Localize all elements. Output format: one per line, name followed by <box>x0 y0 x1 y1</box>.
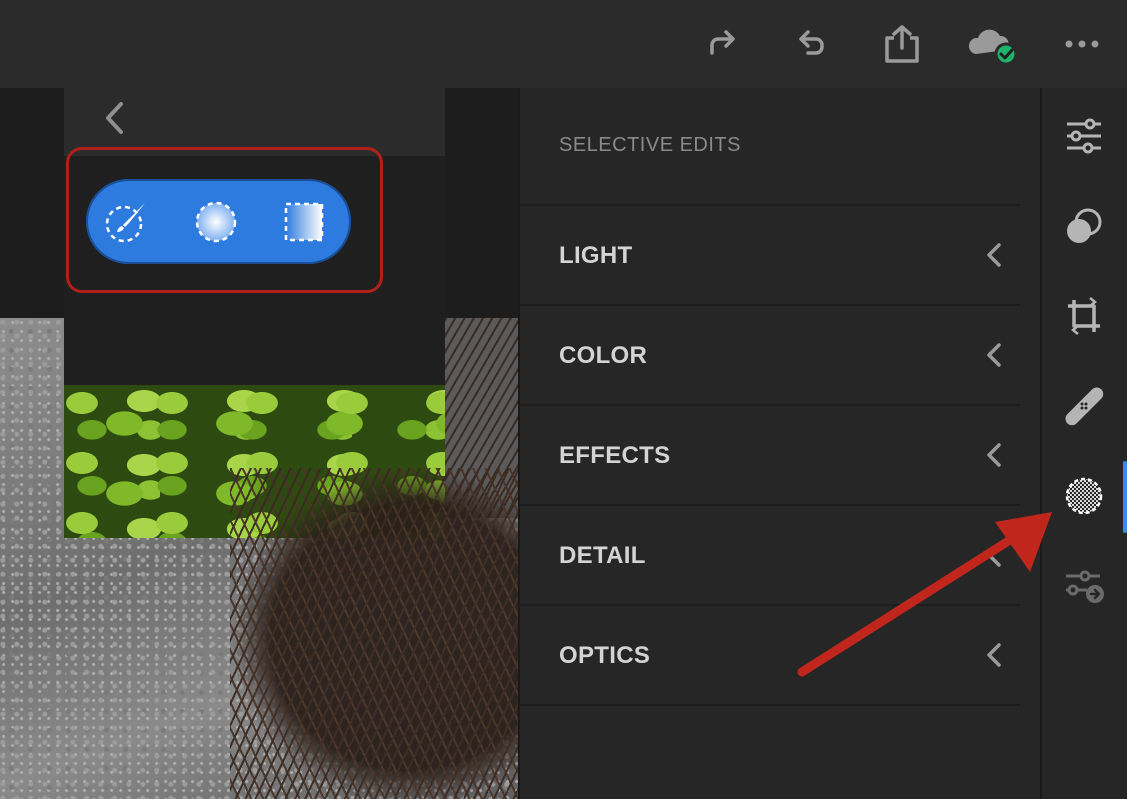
cloud-sync-status[interactable] <box>966 22 1020 66</box>
versions-tool-button[interactable] <box>1062 564 1106 608</box>
chevron-left-icon <box>987 343 1001 367</box>
healing-tool-button[interactable] <box>1062 384 1106 428</box>
crop-icon <box>1068 297 1100 335</box>
edit-tool-button[interactable] <box>1062 114 1106 158</box>
redo-button[interactable] <box>700 22 744 66</box>
more-horizontal-icon <box>1065 40 1099 48</box>
sliders-icon <box>1067 118 1101 154</box>
crop-tool-button[interactable] <box>1062 294 1106 338</box>
back-bar <box>64 88 445 156</box>
section-color[interactable]: COLOR <box>520 306 1020 406</box>
brush-mask-button[interactable] <box>104 199 150 245</box>
top-toolbar <box>0 0 1127 88</box>
chevron-left-icon <box>987 443 1001 467</box>
chevron-left-icon <box>106 102 123 134</box>
undo-icon <box>799 30 824 55</box>
chevron-left-icon <box>987 243 1001 267</box>
section-label: COLOR <box>559 342 648 369</box>
section-optics[interactable]: OPTICS <box>520 606 1020 706</box>
presets-icon <box>1067 208 1102 243</box>
cloud-check-icon <box>968 29 1018 64</box>
section-effects[interactable]: EFFECTS <box>520 406 1020 506</box>
section-label: DETAIL <box>559 542 646 569</box>
back-button[interactable] <box>92 96 136 140</box>
undo-button[interactable] <box>790 22 834 66</box>
brush-mask-icon <box>105 203 145 243</box>
section-label: LIGHT <box>559 242 633 269</box>
radial-gradient-button[interactable] <box>193 199 239 245</box>
section-detail[interactable]: DETAIL <box>520 506 1020 606</box>
chevron-left-icon <box>987 543 1001 567</box>
linear-gradient-icon <box>284 202 324 242</box>
active-indicator <box>1123 461 1127 533</box>
photo-branches <box>230 468 518 799</box>
redo-icon <box>710 30 735 55</box>
panel-title: SELECTIVE EDITS <box>559 134 741 156</box>
selective-edits-panel: SELECTIVE EDITS LIGHT COLOR EFFECTS DETA… <box>518 88 1042 799</box>
mask-tools-pill <box>86 179 351 264</box>
versions-sliders-icon <box>1066 570 1104 603</box>
section-label: OPTICS <box>559 642 651 669</box>
presets-tool-button[interactable] <box>1062 204 1106 248</box>
share-icon <box>885 25 919 63</box>
bandage-icon <box>1065 387 1104 426</box>
section-light[interactable]: LIGHT <box>520 206 1020 306</box>
selective-tool-button[interactable] <box>1062 474 1106 518</box>
chevron-left-icon <box>987 643 1001 667</box>
section-label: EFFECTS <box>559 442 671 469</box>
radial-gradient-icon <box>195 201 237 243</box>
linear-gradient-button[interactable] <box>281 199 327 245</box>
tool-rail <box>1040 88 1127 799</box>
more-options-button[interactable] <box>1060 22 1104 66</box>
share-button[interactable] <box>880 22 924 66</box>
selective-mask-icon <box>1065 477 1103 515</box>
